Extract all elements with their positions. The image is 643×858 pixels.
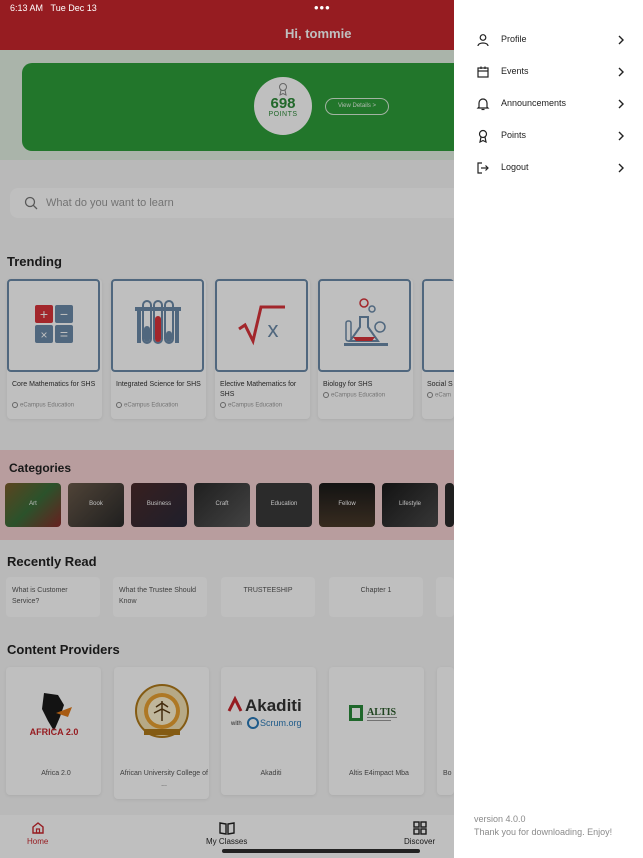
logout-icon: [477, 162, 489, 174]
status-time: 6:13 AM Tue Dec 13: [10, 3, 97, 13]
menu-label: Announcements: [501, 98, 567, 108]
status-bar: 6:13 AM Tue Dec 13 •••: [0, 0, 643, 18]
menu-label: Points: [501, 130, 527, 140]
chevron-right-icon: [618, 131, 624, 141]
version-text: version 4.0.0: [474, 814, 526, 824]
calendar-icon: [477, 66, 489, 78]
chevron-right-icon: [618, 35, 624, 45]
chevron-right-icon: [618, 67, 624, 77]
menu-label: Events: [501, 66, 529, 76]
menu-item-logout[interactable]: Logout: [454, 154, 643, 184]
menu-label: Profile: [501, 34, 527, 44]
menu-item-events[interactable]: Events: [454, 58, 643, 88]
menu-item-profile[interactable]: Profile: [454, 26, 643, 56]
person-icon: [477, 34, 489, 47]
multitask-dots-icon[interactable]: •••: [314, 0, 331, 15]
menu-item-points[interactable]: Points: [454, 122, 643, 152]
menu-item-announcements[interactable]: Announcements: [454, 90, 643, 120]
home-indicator: [222, 849, 420, 853]
award-icon: [478, 129, 488, 143]
thanks-text: Thank you for downloading. Enjoy!: [474, 827, 613, 837]
bell-icon: [476, 98, 490, 111]
menu-label: Logout: [501, 162, 529, 172]
drawer-scrim[interactable]: [0, 0, 454, 858]
chevron-right-icon: [618, 99, 624, 109]
chevron-right-icon: [618, 163, 624, 173]
side-drawer: Profile Events Announcements Points Logo…: [454, 0, 643, 858]
